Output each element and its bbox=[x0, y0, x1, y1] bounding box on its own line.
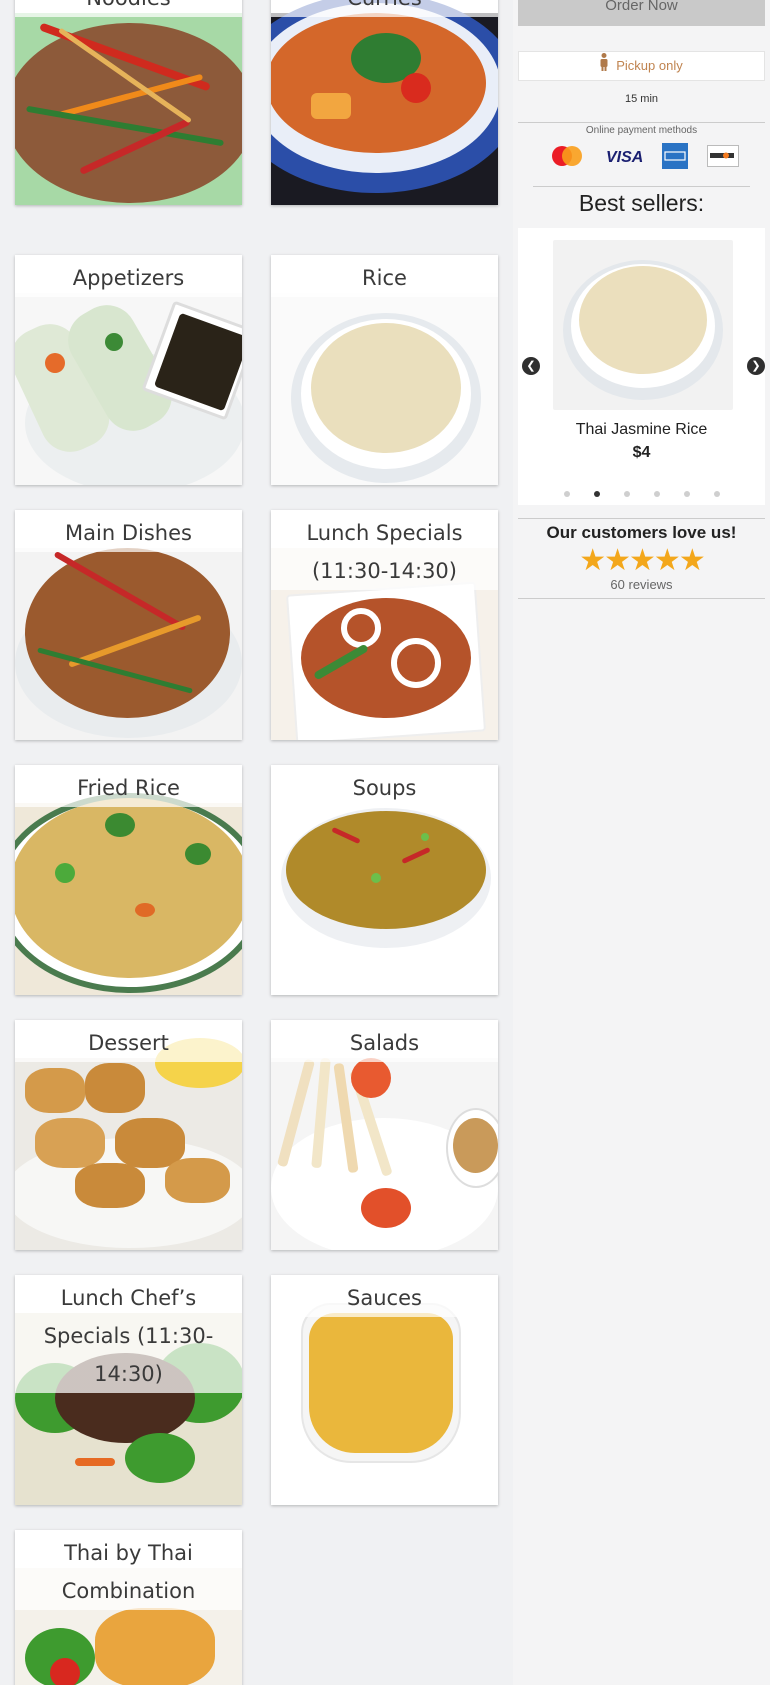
eta-text: 15 min bbox=[624, 93, 659, 105]
category-card-salads[interactable]: Salads bbox=[271, 1020, 498, 1250]
category-card-rice[interactable]: Rice bbox=[271, 255, 498, 485]
person-icon bbox=[600, 52, 608, 81]
divider bbox=[533, 186, 750, 187]
category-title: Lunch Chef’s Specials (11:30-14:30) bbox=[15, 1275, 242, 1393]
category-title: Lunch Specials (11:30-14:30) bbox=[271, 510, 498, 590]
sauces-photo bbox=[271, 1303, 498, 1505]
category-card-noodles[interactable]: Noodles bbox=[15, 0, 242, 205]
carousel-dots bbox=[518, 491, 765, 497]
carousel-dot[interactable] bbox=[713, 491, 720, 497]
best-seller-name[interactable]: Thai Jasmine Rice bbox=[518, 421, 765, 439]
order-now-button[interactable]: Order Now bbox=[518, 0, 765, 26]
category-title: Dessert bbox=[15, 1020, 242, 1062]
fried-rice-photo bbox=[15, 793, 242, 995]
carousel-dot[interactable] bbox=[683, 491, 690, 497]
svg-text:VISA: VISA bbox=[606, 149, 643, 166]
category-title: Appetizers bbox=[15, 255, 242, 297]
category-title: Thai by Thai Combination bbox=[15, 1530, 242, 1610]
category-card-lunch-specials[interactable]: Lunch Specials (11:30-14:30) bbox=[271, 510, 498, 740]
rice-photo bbox=[271, 293, 498, 485]
category-card-sauces[interactable]: Sauces bbox=[271, 1275, 498, 1505]
category-title: Sauces bbox=[271, 1275, 498, 1317]
category-card-thai-by-thai-combination[interactable]: Thai by Thai Combination bbox=[15, 1530, 242, 1685]
appetizers-photo bbox=[15, 293, 242, 485]
curries-photo bbox=[271, 0, 498, 205]
main-dishes-photo bbox=[15, 548, 242, 740]
category-card-soups[interactable]: Soups bbox=[271, 765, 498, 995]
soups-photo bbox=[271, 803, 498, 995]
divider bbox=[518, 122, 765, 123]
category-title: Soups bbox=[271, 765, 498, 807]
divider bbox=[518, 598, 765, 599]
carousel-dot-active[interactable] bbox=[593, 491, 600, 497]
payment-methods: VISA bbox=[549, 142, 739, 174]
carousel-prev-icon[interactable]: ❮ bbox=[522, 357, 540, 375]
reviews-count[interactable]: 60 reviews bbox=[513, 577, 770, 592]
carousel-dot[interactable] bbox=[563, 491, 570, 497]
amex-icon bbox=[662, 142, 689, 174]
category-title: Noodles bbox=[15, 0, 242, 17]
mastercard-icon bbox=[549, 144, 585, 173]
dessert-photo bbox=[15, 1038, 242, 1250]
best-sellers-carousel: Thai Jasmine Rice $4 ❮ ❯ bbox=[518, 228, 765, 505]
divider bbox=[518, 518, 765, 519]
category-card-main-dishes[interactable]: Main Dishes bbox=[15, 510, 242, 740]
category-title: Curries bbox=[271, 0, 498, 17]
category-card-fried-rice[interactable]: Fried Rice bbox=[15, 765, 242, 995]
noodles-photo bbox=[15, 13, 242, 205]
category-card-lunch-chefs-specials[interactable]: Lunch Chef’s Specials (11:30-14:30) bbox=[15, 1275, 242, 1505]
sidebar: Order Now Pickup only 15 min Online paym… bbox=[513, 0, 770, 1685]
pickup-only-button[interactable]: Pickup only bbox=[518, 51, 765, 81]
category-title: Main Dishes bbox=[15, 510, 242, 552]
best-sellers-title: Best sellers: bbox=[578, 190, 705, 216]
carousel-dot[interactable] bbox=[623, 491, 630, 497]
reviews-title: Our customers love us! bbox=[546, 523, 737, 542]
carousel-dot[interactable] bbox=[653, 491, 660, 497]
category-title: Rice bbox=[271, 255, 498, 297]
rating-stars-icon[interactable]: ★★★★★ bbox=[513, 543, 770, 578]
payment-methods-label: Online payment methods bbox=[585, 125, 698, 136]
salads-photo bbox=[271, 1057, 498, 1250]
page: Noodles Curries Appe bbox=[0, 0, 770, 1685]
category-card-appetizers[interactable]: Appetizers bbox=[15, 255, 242, 485]
discover-icon bbox=[706, 144, 739, 172]
best-seller-price: $4 bbox=[632, 444, 651, 461]
category-title: Fried Rice bbox=[15, 765, 242, 807]
category-title: Salads bbox=[271, 1020, 498, 1062]
category-card-curries[interactable]: Curries bbox=[271, 0, 498, 205]
pickup-label: Pickup only bbox=[616, 58, 683, 73]
carousel-next-icon[interactable]: ❯ bbox=[747, 357, 765, 375]
visa-icon: VISA bbox=[604, 146, 644, 171]
category-card-dessert[interactable]: Dessert bbox=[15, 1020, 242, 1250]
best-seller-image[interactable] bbox=[553, 240, 733, 410]
